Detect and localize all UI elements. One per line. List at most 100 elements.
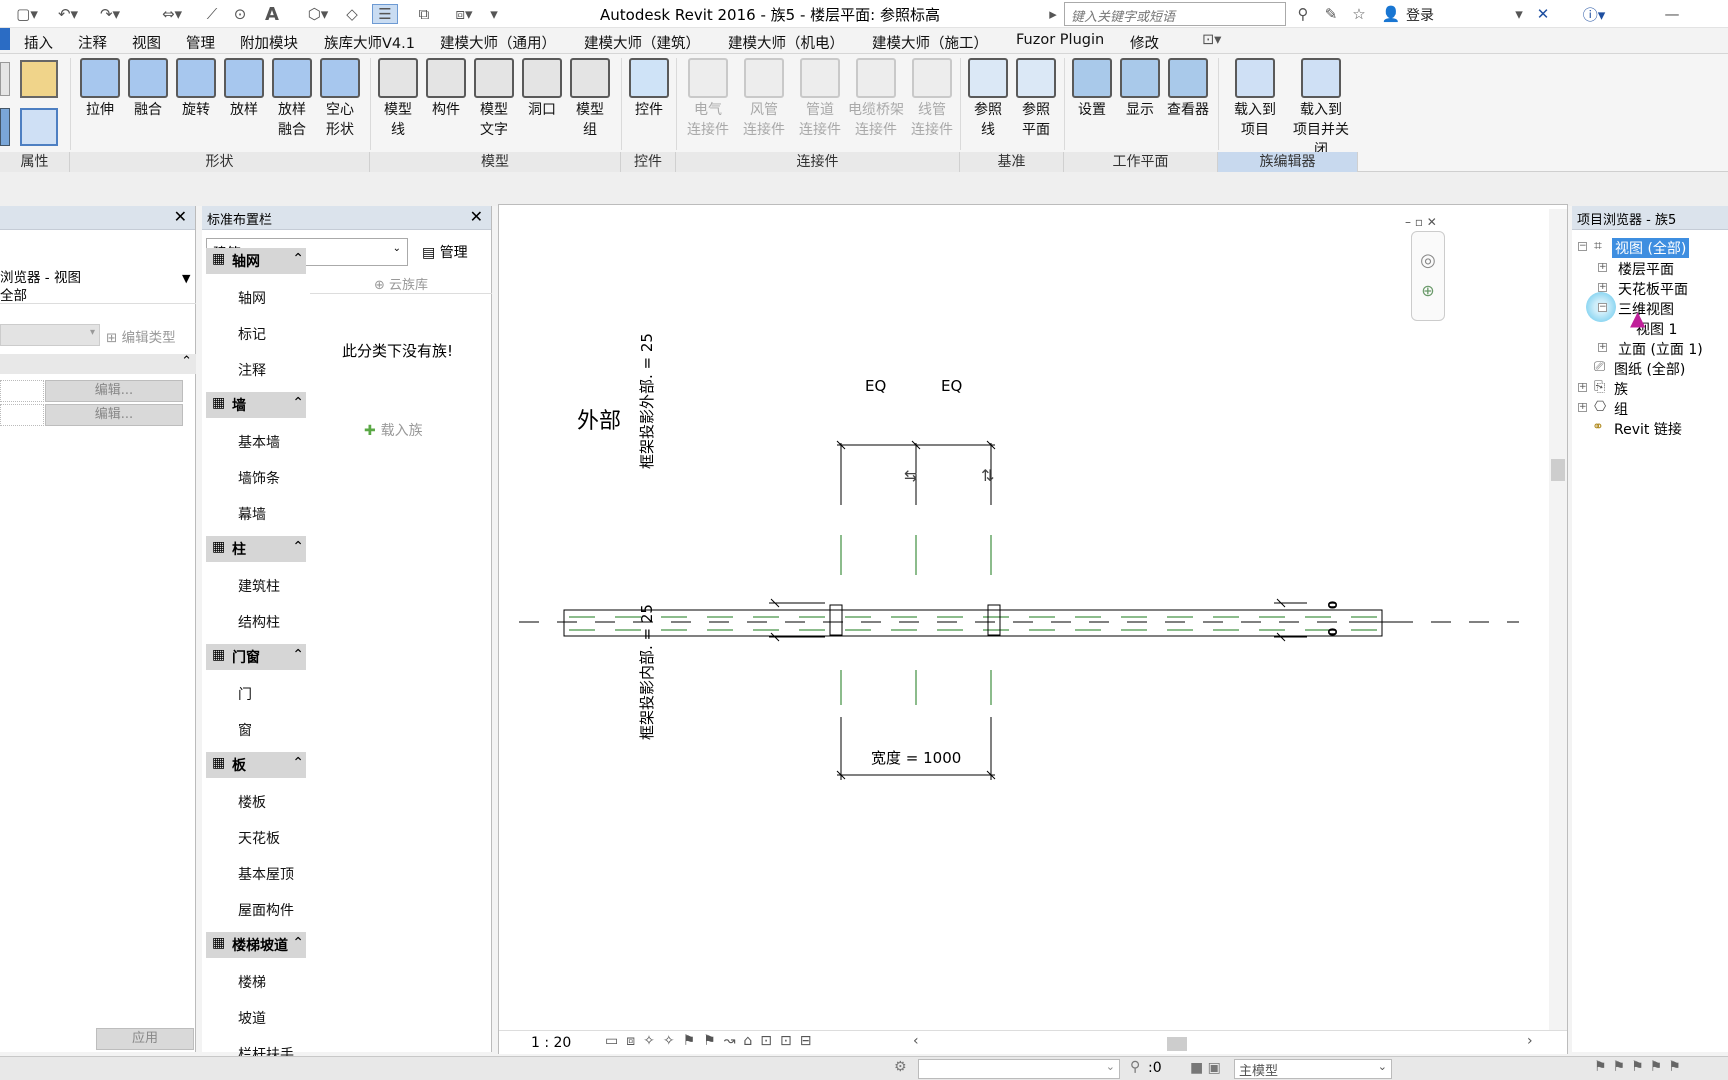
collapse-chevron-icon[interactable]: ⌃ (292, 755, 304, 771)
scale-label[interactable]: 1 : 20 (531, 1035, 571, 1051)
connector-button-2[interactable]: 管道 连接件 (792, 58, 848, 140)
customize-icon[interactable]: ▾ (486, 4, 502, 24)
measure-icon[interactable]: ⇔▾ (154, 4, 190, 24)
shape-button-1[interactable]: 融合 (124, 58, 172, 120)
view-tools-icons[interactable]: ▭⧈✧✧⚑⚑↝⌂⊡⊡⊟ (605, 1033, 820, 1049)
close-icon[interactable]: ✕ (174, 207, 187, 226)
tag-icon[interactable]: ⊙ (230, 4, 250, 24)
edit-type-button[interactable]: ⊞ 编辑类型 (106, 326, 176, 346)
workplane-button-1[interactable]: 显示 (1116, 58, 1164, 120)
shape-button-5[interactable]: 空心 形状 (316, 58, 364, 140)
zoom-icon[interactable]: ⊕ (1412, 281, 1444, 300)
close-views-icon[interactable]: ⧉ (412, 4, 436, 24)
text-icon[interactable]: A (262, 4, 282, 25)
collapse-chevron-icon[interactable]: ⌃ (292, 539, 304, 555)
edit-button-2[interactable]: 编辑... (45, 404, 183, 426)
binoculars-icon[interactable]: ⚲ (1292, 4, 1314, 24)
scroll-thumb[interactable] (1551, 459, 1565, 481)
workset-icon[interactable]: ⚙ (894, 1059, 907, 1075)
collapse-chevron-icon[interactable]: ⌃ (292, 935, 304, 951)
login-dropdown-icon[interactable]: ▾ (1512, 4, 1526, 24)
chevron-down-icon[interactable]: ▼ (182, 272, 190, 285)
menu-modeling-general[interactable]: 建模大师（通用） (440, 32, 556, 53)
category-item[interactable]: 天花板 (206, 824, 306, 850)
minimize-icon[interactable]: — (1660, 4, 1684, 24)
steering-wheel-icon[interactable]: ◎ (1412, 250, 1444, 271)
hscroll-thumb[interactable] (1167, 1037, 1187, 1051)
redo-icon[interactable]: ↷▾ (92, 4, 128, 24)
tree-views-all[interactable]: 视图 (全部) (1612, 238, 1690, 258)
category-item[interactable]: 幕墙 (206, 500, 306, 526)
switch-windows-icon[interactable]: ⧈▾ (446, 4, 482, 24)
editor-button-1[interactable]: 载入到 项目并关闭 (1288, 58, 1354, 160)
expand-icon[interactable]: + (1578, 403, 1587, 412)
shape-button-2[interactable]: 旋转 (172, 58, 220, 120)
section-header[interactable]: ⌃ (0, 354, 196, 374)
connector-button-4[interactable]: 线管 连接件 (904, 58, 960, 140)
collapse-icon[interactable]: − (1598, 303, 1607, 312)
favorites-icon[interactable]: ☆ (1348, 4, 1370, 24)
design-option-dropdown[interactable]: 主模型 ⌄ (1234, 1059, 1392, 1079)
manage-button[interactable]: ▤ 管理 (422, 242, 468, 262)
edit-button-1[interactable]: 编辑... (45, 380, 183, 402)
model-button-4[interactable]: 模型组 (566, 58, 614, 140)
model-button-1[interactable]: 构件 (422, 58, 470, 120)
scroll-right-icon[interactable]: › (1527, 1033, 1533, 1049)
navigation-bar[interactable]: ◎ ⊕ (1411, 231, 1445, 321)
expand-icon[interactable]: + (1598, 343, 1607, 352)
menu-fuzor[interactable]: Fuzor Plugin (1016, 32, 1104, 48)
category-header-2[interactable]: 柱 ▦ ⌃ (206, 536, 306, 562)
connector-button-1[interactable]: 风管 连接件 (736, 58, 792, 140)
category-item[interactable]: 楼梯 (206, 968, 306, 994)
subscription-icon[interactable]: ✎ (1320, 4, 1342, 24)
instance-dropdown[interactable]: ▾ (0, 324, 100, 346)
vertical-scrollbar[interactable] (1549, 209, 1567, 1031)
model-button-0[interactable]: 模型线 (374, 58, 422, 140)
menu-addins[interactable]: 附加模块 (240, 32, 298, 53)
apply-button[interactable]: 应用 (96, 1028, 194, 1050)
menu-view[interactable]: 视图 (132, 32, 161, 53)
exchange-icon[interactable]: ✕ (1532, 4, 1554, 24)
category-item[interactable]: 结构柱 (206, 608, 306, 634)
connector-button-3[interactable]: 电缆桥架 连接件 (848, 58, 904, 140)
user-icon[interactable]: 👤 (1380, 4, 1402, 24)
tree-3d-views[interactable]: 三维视图 (1618, 299, 1674, 319)
collapse-chevron-icon[interactable]: ⌃ (292, 647, 304, 663)
workplane-button-0[interactable]: 设置 (1068, 58, 1116, 120)
thin-lines-icon[interactable]: ☰ (372, 4, 398, 24)
undo-icon[interactable]: ↶▾ (50, 4, 86, 24)
tree-ceiling-plan[interactable]: 天花板平面 (1618, 279, 1688, 299)
category-item[interactable]: 标记 (206, 320, 306, 346)
menu-family-master[interactable]: 族库大师V4.1 (324, 32, 415, 53)
connector-button-0[interactable]: 电气 连接件 (680, 58, 736, 140)
properties-tools[interactable] (0, 58, 64, 150)
editable-icon[interactable]: ⚲ (1130, 1059, 1140, 1075)
model-button-2[interactable]: 模型 文字 (470, 58, 518, 140)
expand-icon[interactable]: + (1598, 263, 1607, 272)
drawing-canvas[interactable]: ⇆ ⇅ 外部 EQ EQ 框架投影外部. = 25 框架投影内部. = 25 宽… (498, 204, 1568, 1054)
ribbon-toggle-icon[interactable]: ⊡▾ (1202, 32, 1221, 48)
datum-button-0[interactable]: 参照线 (964, 58, 1012, 140)
menu-insert[interactable]: 插入 (24, 32, 53, 53)
login-button[interactable]: 登录 (1406, 5, 1434, 25)
category-item[interactable]: 墙饰条 (206, 464, 306, 490)
shape-button-3[interactable]: 放样 (220, 58, 268, 120)
category-item[interactable]: 建筑柱 (206, 572, 306, 598)
category-header-3[interactable]: 门窗 ▦ ⌃ (206, 644, 306, 670)
collapse-chevron-icon[interactable]: ⌃ (292, 395, 304, 411)
tree-revit-links[interactable]: Revit 链接 (1614, 419, 1682, 439)
load-family-button[interactable]: ✚ 载入族 (364, 420, 423, 440)
menu-modeling-arch[interactable]: 建模大师（建筑） (584, 32, 700, 53)
control-button-0[interactable]: 控件 (624, 58, 674, 120)
expand-icon[interactable]: + (1578, 383, 1587, 392)
selection-filters-icons[interactable]: ⚑⚑⚑⚑⚑ (1594, 1059, 1687, 1075)
dimension-icon[interactable]: ⟋ (200, 4, 224, 24)
category-item[interactable]: 注释 (206, 356, 306, 382)
tree-elevations[interactable]: 立面 (立面 1) (1618, 339, 1703, 359)
category-header-1[interactable]: 墙 ▦ ⌃ (206, 392, 306, 418)
search-input[interactable]: 键入关键字或短语 (1064, 2, 1286, 26)
category-item[interactable]: 窗 (206, 716, 306, 742)
expand-arrow-icon[interactable]: ▸ (1046, 4, 1060, 24)
menu-manage[interactable]: 管理 (186, 32, 215, 53)
category-item[interactable]: 轴网 (206, 284, 306, 310)
